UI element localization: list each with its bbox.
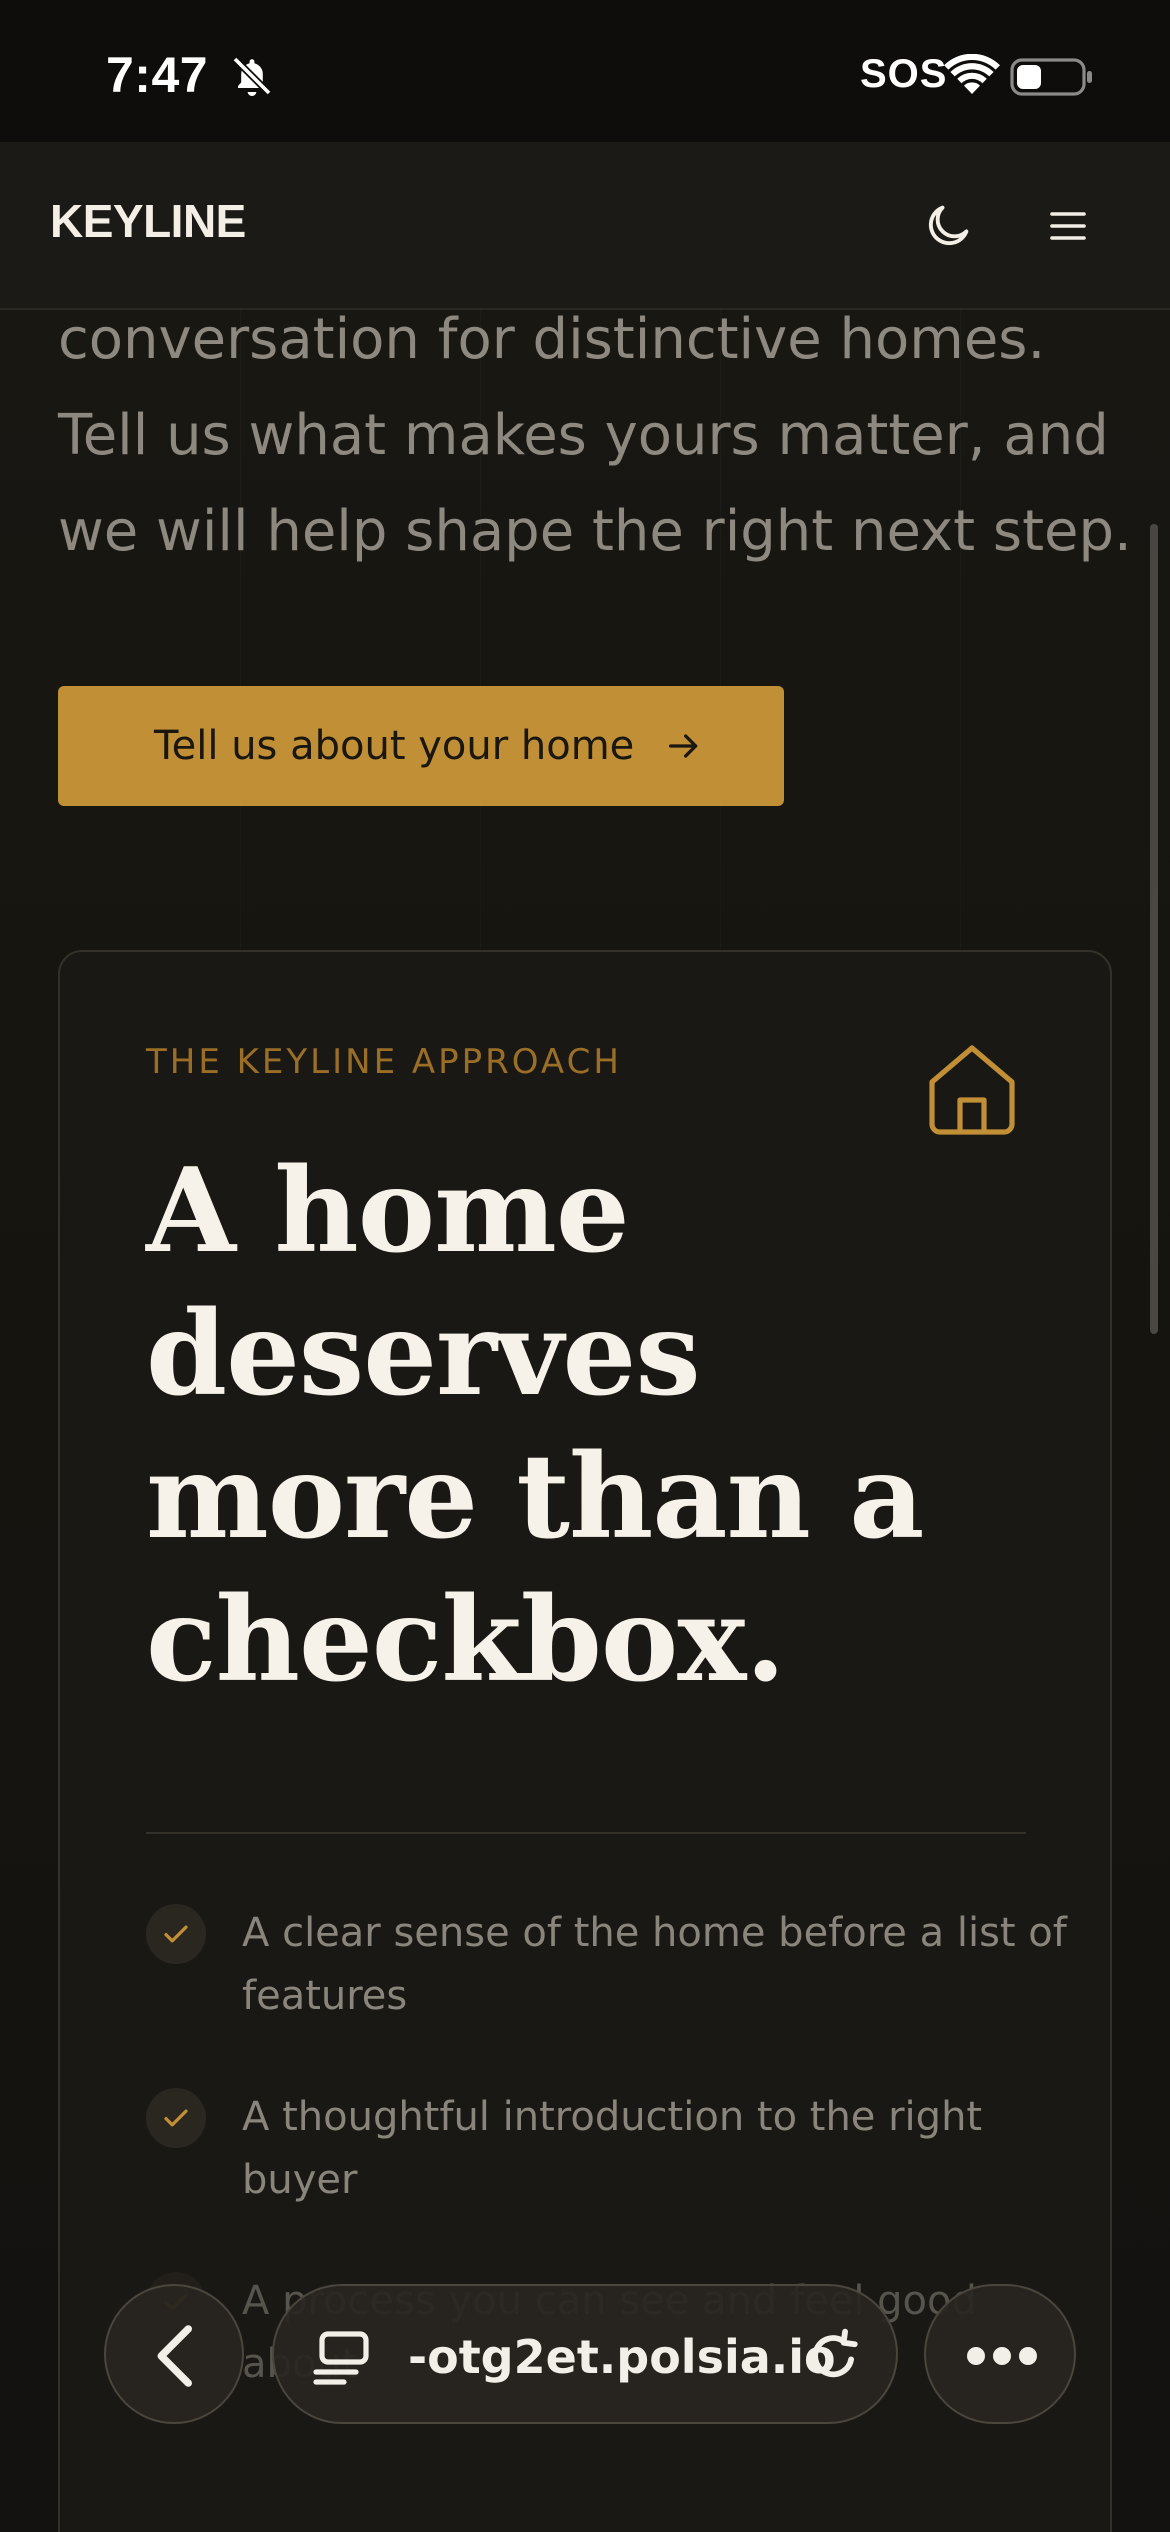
page: 7:47 SOS KEYLINE conversation for distin…	[0, 0, 1170, 2532]
check-icon	[146, 2088, 206, 2148]
back-button[interactable]	[104, 2284, 244, 2424]
battery-icon	[1010, 58, 1092, 96]
card-eyebrow: THE KEYLINE APPROACH	[146, 1042, 622, 1082]
more-options-button[interactable]	[924, 2284, 1076, 2424]
feature-item: A clear sense of the home before a list …	[146, 1902, 1076, 2028]
carrier-label: SOS	[860, 52, 948, 96]
logo[interactable]: KEYLINE	[50, 194, 246, 248]
tabs-icon[interactable]	[312, 2330, 370, 2386]
hero-description: conversation for distinctive homes. Tell…	[58, 292, 1132, 580]
feature-item: A thoughtful introduction to the right b…	[146, 2086, 1076, 2212]
headline-line: checkbox.	[146, 1572, 786, 1708]
wifi-icon	[944, 54, 1000, 94]
status-bar: 7:47 SOS	[0, 0, 1170, 142]
feature-text: A thoughtful introduction to the right b…	[242, 2094, 983, 2203]
url-text: -otg2et.polsia.io	[408, 2330, 836, 2384]
moon-icon[interactable]	[922, 200, 974, 252]
hero-line: we will help shape the right next step.	[58, 499, 1132, 564]
chevron-left-icon	[157, 2325, 192, 2387]
check-icon	[146, 1904, 206, 1964]
hero-line: Tell us what makes yours matter, and	[58, 403, 1109, 468]
bell-slash-icon	[232, 56, 272, 97]
scrollbar[interactable]	[1150, 524, 1158, 1334]
card-divider	[146, 1832, 1026, 1834]
home-icon	[929, 1045, 1015, 1135]
hero-line: conversation for distinctive homes.	[58, 307, 1046, 372]
card-headline: A home deserves more than a checkbox.	[146, 1140, 946, 1712]
reload-icon[interactable]	[804, 2328, 862, 2386]
arrow-right-icon	[669, 734, 698, 758]
headline-line: deserves	[146, 1286, 701, 1422]
headline-line: A home	[146, 1143, 630, 1279]
menu-icon[interactable]	[1044, 202, 1092, 250]
feature-text: A clear sense of the home before a list …	[242, 1910, 1067, 2019]
headline-line: more than a	[146, 1429, 924, 1565]
cta-label: Tell us about your home	[154, 723, 635, 769]
status-time: 7:47	[106, 47, 209, 103]
site-header: KEYLINE	[0, 142, 1170, 310]
address-bar[interactable]: -otg2et.polsia.io	[272, 2284, 898, 2424]
ellipsis-icon	[967, 2347, 1037, 2365]
tell-us-about-your-home-button[interactable]: Tell us about your home	[58, 686, 784, 806]
